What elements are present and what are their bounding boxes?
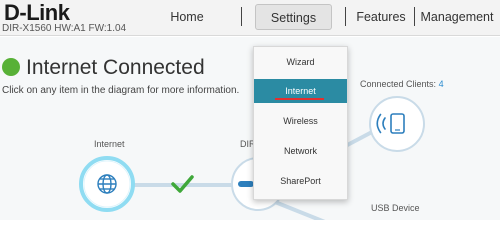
nav-home[interactable]: Home (158, 4, 216, 30)
page-title: Internet Connected (26, 56, 205, 79)
menu-item-internet-label: Internet (285, 86, 316, 96)
nav-divider (345, 7, 346, 26)
usb-device-label: USB Device (371, 203, 420, 213)
nav-divider (414, 7, 415, 26)
connected-clients-text: Connected Clients: (360, 79, 437, 89)
menu-item-network[interactable]: Network (254, 139, 347, 163)
nav-management[interactable]: Management (418, 4, 496, 30)
menu-item-wireless[interactable]: Wireless (254, 109, 347, 133)
settings-dropdown-menu: Wizard Internet Wireless Network SharePo… (253, 46, 348, 200)
internet-node-button[interactable] (81, 158, 133, 210)
active-indicator (275, 98, 324, 100)
top-header: D-Link DIR-X1560 HW:A1 FW:1.04 Home Sett… (0, 0, 500, 36)
clients-node-button[interactable] (370, 97, 424, 151)
menu-item-internet[interactable]: Internet (254, 79, 347, 103)
menu-item-shareport[interactable]: SharePort (254, 169, 347, 193)
nav-features[interactable]: Features (351, 4, 411, 30)
nav-divider (241, 7, 242, 26)
connected-clients-label[interactable]: Connected Clients: 4 (360, 79, 444, 89)
internet-label: Internet (94, 139, 125, 149)
status-indicator (2, 58, 20, 76)
menu-item-wizard[interactable]: Wizard (254, 50, 347, 74)
nav-settings[interactable]: Settings (255, 4, 332, 30)
connected-clients-count: 4 (438, 79, 444, 89)
diagram-instruction: Click on any item in the diagram for mor… (2, 85, 240, 96)
device-model-info: DIR-X1560 HW:A1 FW:1.04 (2, 23, 127, 34)
